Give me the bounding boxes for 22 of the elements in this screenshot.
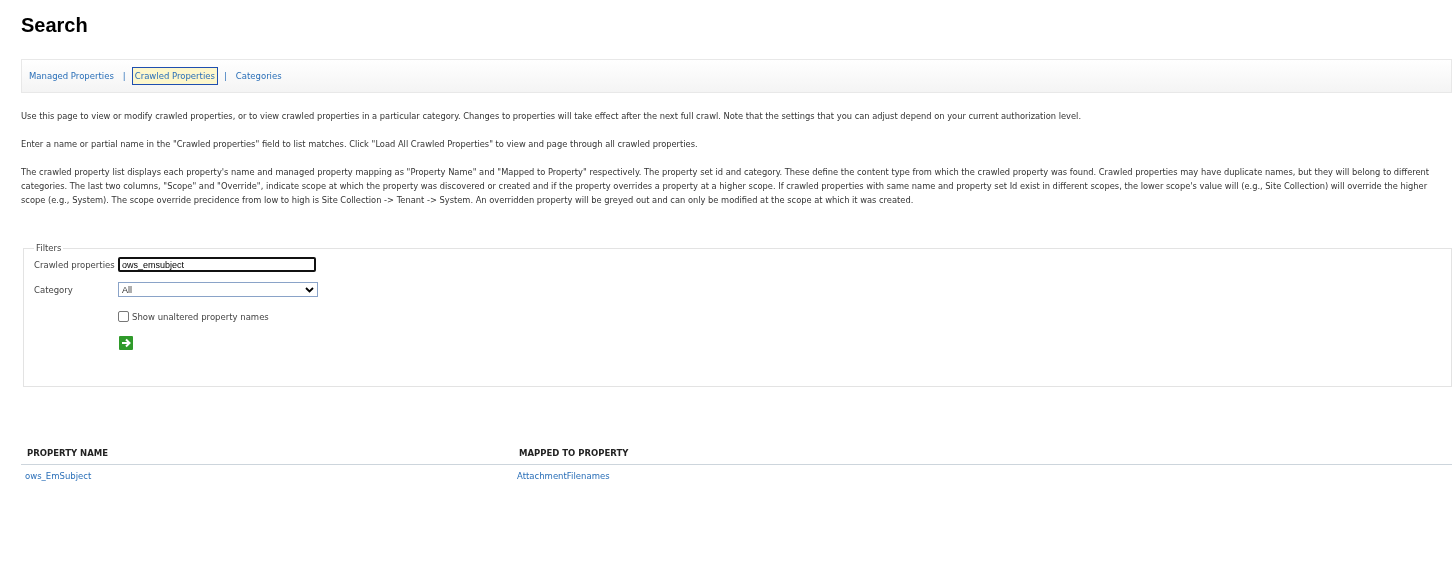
checkbox[interactable] [118, 311, 129, 322]
filters-legend: Filters [34, 243, 64, 253]
column-header: MAPPED TO PROPERTY [513, 442, 1452, 465]
column-header: PROPERTY NAME [21, 442, 513, 465]
crawled-properties-input[interactable]: ows_emsubject [118, 257, 316, 272]
arrow-right-icon[interactable] [119, 336, 133, 350]
nav-link[interactable]: Managed Properties [26, 67, 117, 85]
field-label: Crawled properties [34, 259, 116, 270]
chevron-down-icon [305, 286, 314, 293]
separator: | [223, 71, 227, 81]
category-dropdown[interactable]: All [118, 282, 318, 297]
separator: | [122, 71, 126, 81]
field-label: Category [34, 284, 74, 295]
description-text: The crawled property list displays each property's name and managed property mapping as "Property Name" and "Mapped to Property" respectively. The property set id and category. These define the content type from which the crawled property was found. Crawled properties may have duplicate names, but they will belong to different categories. The last two columns, "Scope" and "Override", indicate scope at which the property was discovered or created and if the property overrides a property at a higher scope. If crawled properties with same name and property set Id exist in different scopes, the lower scope's value will (e.g., Site Collection) will override the higher scope (e.g., System). The scope override precidence from low to high is Site Collection -> Tenant -> System. An overridden property will be greyed out and can only be modified at the scope at which it was created. [21, 166, 1431, 207]
nav-link[interactable]: Categories [232, 67, 285, 85]
description-text: Enter a name or partial name in the "Crawled properties" field to list matches. Click "Load All Crawled Properties" to view and page through all crawled properties. [21, 138, 699, 151]
property-link[interactable]: ows_EmSubject [25, 471, 92, 481]
mapped-property-link[interactable]: AttachmentFilenames [517, 471, 610, 481]
description-text: Use this page to view or modify crawled properties, or to view crawled properties in a particular category. Changes to properties will take effect after the next full crawl. Note that the settings that you can adjust depend on your current authorization level. [21, 110, 1082, 123]
checkbox-label: Show unaltered property names [132, 311, 269, 322]
nav-link[interactable]: Crawled Properties [131, 67, 218, 85]
page-title: Search [21, 13, 89, 38]
